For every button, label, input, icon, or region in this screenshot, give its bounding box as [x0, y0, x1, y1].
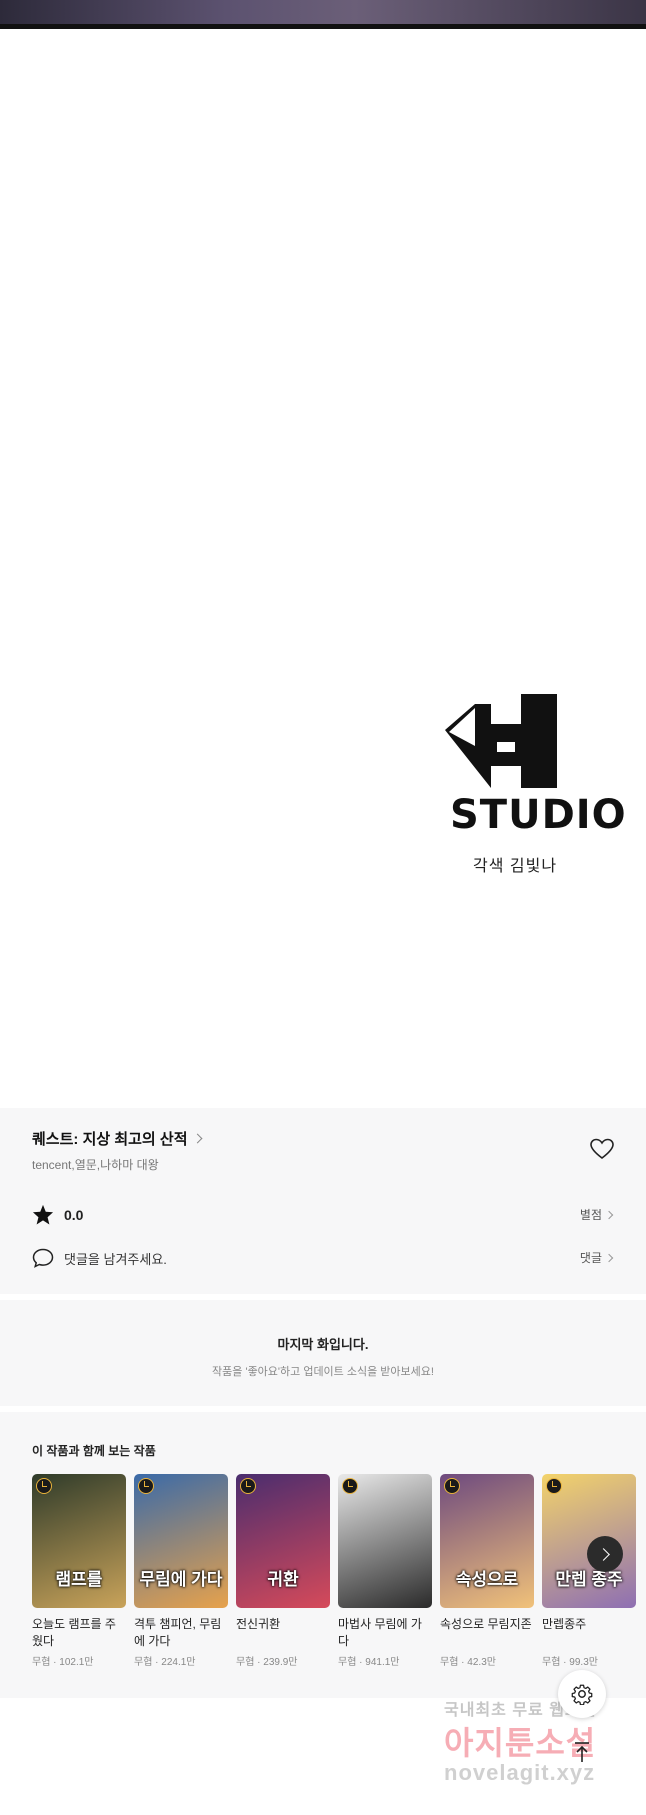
recommendation-title: 마법사 무림에 가다	[338, 1617, 422, 1648]
work-authors: tencent,열문,나하마 대왕	[32, 1158, 159, 1172]
chevron-right-icon	[597, 1547, 610, 1561]
cover-thumbnail: 램프를	[32, 1474, 126, 1608]
watermark-line-3: novelagit.xyz	[444, 1760, 596, 1785]
work-title: 퀘스트: 지상 최고의 산적	[32, 1131, 188, 1148]
wait-free-clock-icon	[138, 1478, 154, 1494]
recommendation-meta: 무협 · 42.3만	[440, 1657, 496, 1668]
heart-icon[interactable]	[590, 1138, 614, 1160]
watermark: 국내최초 무료 웹소설 아지툰소설 novelagit.xyz	[444, 1696, 644, 1786]
adaptation-credit: 각색 김빛나	[473, 858, 558, 875]
recommendation-carousel: 램프를 오늘도 램프를 주웠다 무협 · 102.1만 무림에 가다 격투 챔피언, 무…	[32, 1474, 646, 1668]
gear-icon	[571, 1684, 593, 1705]
scroll-top-button[interactable]	[567, 1737, 597, 1767]
episode-image-bottom	[0, 0, 646, 24]
watermark-line-1: 국내최초 무료 웹소설	[444, 1702, 597, 1719]
rate-link[interactable]: 별점	[579, 1206, 614, 1223]
work-info-panel: 퀘스트: 지상 최고의 산적 tencent,열문,나하마 대왕 0.0 별점 …	[0, 1108, 646, 1294]
cover-title-art: 램프를	[55, 1570, 103, 1589]
recommendation-meta: 무협 · 239.9만	[236, 1657, 298, 1668]
recommendation-card[interactable]: 만렙 종주만렙종주무협 · 99.3만	[542, 1474, 636, 1668]
cover-thumbnail: 무림에 가다	[134, 1474, 228, 1608]
star-icon	[32, 1204, 54, 1225]
recommendation-card[interactable]: 램프를오늘도 램프를 주웠다무협 · 102.1만	[32, 1474, 126, 1668]
chevron-right-icon	[604, 1253, 614, 1262]
recommendation-title: 전신귀환	[236, 1617, 281, 1631]
cover-title-art: 무림에 가다	[139, 1570, 223, 1589]
studio-mark-icon	[445, 694, 557, 788]
work-title-link[interactable]: 퀘스트: 지상 최고의 산적	[32, 1128, 202, 1149]
studio-logo: STUDIO	[445, 694, 627, 838]
rating-summary: 0.0	[32, 1204, 83, 1225]
recommendation-title: 격투 챔피언, 무림에 가다	[134, 1617, 222, 1648]
comment-prompt[interactable]: 댓글을 남겨주세요.	[32, 1248, 167, 1268]
arrow-up-icon	[575, 1742, 589, 1762]
wait-free-clock-icon	[444, 1478, 460, 1494]
image-divider	[0, 24, 646, 29]
last-episode-notice: 마지막 화입니다. 작품을 '좋아요'하고 업데이트 소식을 받아보세요!	[0, 1300, 646, 1406]
recommendation-card[interactable]: 귀환전신귀환무협 · 239.9만	[236, 1474, 330, 1668]
cover-thumbnail	[338, 1474, 432, 1608]
recommendations-section: 이 작품과 함께 보는 작품 램프를오늘도 램프를 주웠다무협 · 102.1만…	[0, 1412, 646, 1698]
cover-title-art: 만렙 종주	[555, 1570, 623, 1589]
last-episode-subtitle: 작품을 '좋아요'하고 업데이트 소식을 받아보세요!	[212, 1366, 434, 1378]
last-episode-title: 마지막 화입니다.	[277, 1337, 369, 1352]
cover-thumbnail: 귀환	[236, 1474, 330, 1608]
comments-label: 댓글	[579, 1251, 602, 1265]
recommendation-title: 만렙종주	[542, 1617, 587, 1631]
recommendation-title: 오늘도 램프를 주웠다	[32, 1617, 116, 1648]
recommendation-title: 속성으로 무림지존	[440, 1617, 532, 1631]
chevron-right-icon	[604, 1210, 614, 1219]
carousel-next-button[interactable]	[587, 1536, 623, 1572]
recommendation-meta: 무협 · 941.1만	[338, 1657, 400, 1668]
recommendations-heading: 이 작품과 함께 보는 작품	[32, 1444, 156, 1458]
wait-free-clock-icon	[36, 1478, 52, 1494]
comments-link[interactable]: 댓글	[579, 1249, 614, 1266]
cover-title-art: 속성으로	[455, 1570, 519, 1589]
comment-bubble-icon	[32, 1248, 54, 1268]
recommendation-card[interactable]: 속성으로속성으로 무림지존무협 · 42.3만	[440, 1474, 534, 1668]
rate-label: 별점	[579, 1208, 602, 1222]
recommendation-card[interactable]: 마법사 무림에 가다무협 · 941.1만	[338, 1474, 432, 1668]
wait-free-clock-icon	[342, 1478, 358, 1494]
recommendation-meta: 무협 · 224.1만	[134, 1657, 196, 1668]
wait-free-clock-icon	[240, 1478, 256, 1494]
comment-prompt-text: 댓글을 남겨주세요.	[64, 1251, 167, 1267]
recommendation-card[interactable]: 무림에 가다격투 챔피언, 무림에 가다무협 · 224.1만	[134, 1474, 228, 1668]
rating-value: 0.0	[64, 1206, 84, 1223]
recommendation-meta: 무협 · 102.1만	[32, 1657, 94, 1668]
cover-thumbnail: 속성으로	[440, 1474, 534, 1608]
wait-free-clock-icon	[546, 1478, 562, 1494]
cover-title-art: 귀환	[267, 1570, 299, 1589]
cover-thumbnail: 만렙 종주	[542, 1474, 636, 1608]
settings-button[interactable]	[558, 1670, 606, 1718]
chevron-right-icon	[192, 1133, 202, 1144]
studio-wordmark: STUDIO	[450, 792, 627, 838]
recommendation-meta: 무협 · 99.3만	[542, 1657, 598, 1668]
watermark-line-2: 아지툰소설	[444, 1725, 597, 1761]
viewer-page: STUDIO 각색 김빛나 퀘스트: 지상 최고의 산적 tencent,열문,…	[0, 0, 646, 1815]
